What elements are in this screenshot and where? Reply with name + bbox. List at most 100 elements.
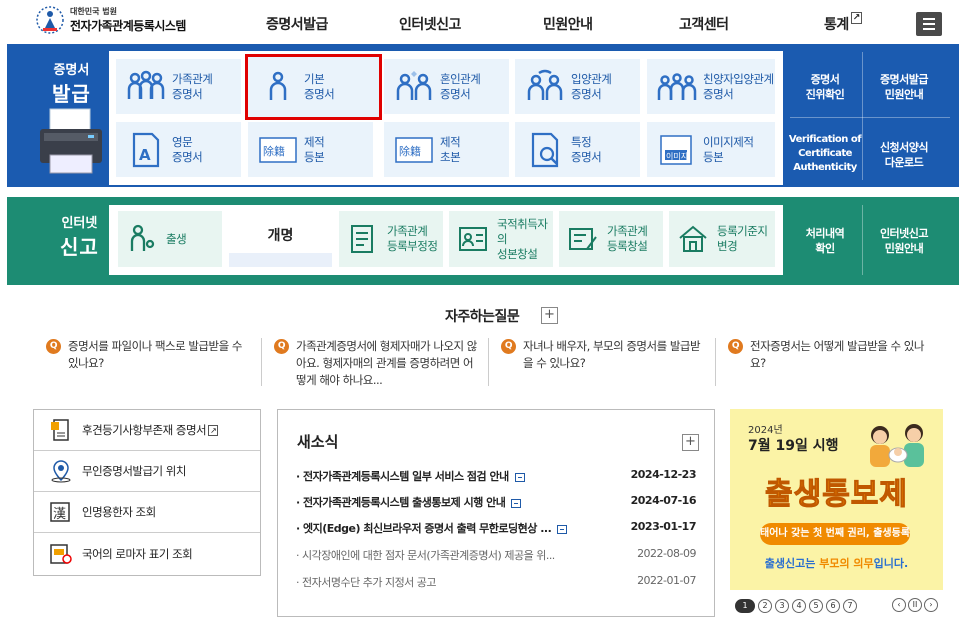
printer-icon (40, 108, 102, 174)
faq-more-button[interactable]: + (541, 307, 558, 324)
tile-register-correction[interactable]: 가족관계 등록부정정 (339, 211, 443, 267)
header: 대한민국 법원 전자가족관계등록시스템 증명서발급 인터넷신고 민원안내 고객센… (0, 0, 967, 44)
tile-family-relation-cert[interactable]: 가족관계 증명서 (116, 59, 241, 114)
nav-customer-center[interactable]: 고객센터 (679, 14, 729, 34)
id-card-icon (459, 227, 487, 251)
tile-basic-cert[interactable]: 기본 증명서 (245, 54, 382, 120)
site-logo[interactable]: 대한민국 법원 전자가족관계등록시스템 (34, 4, 186, 36)
banner-page-2[interactable]: 2 (758, 599, 772, 613)
tile-register-creation[interactable]: 가족관계 등록창설 (559, 211, 663, 267)
person-icon (269, 71, 287, 100)
tile-image-register-copy[interactable]: 이미지 이미지제적 등본 (647, 122, 775, 177)
banner-page-4[interactable]: 4 (792, 599, 806, 613)
tile-label: 가족관계 등록창설 (607, 224, 648, 253)
baby-icon (130, 224, 155, 251)
tile-name-change[interactable]: 개명 (229, 211, 332, 267)
new-badge-icon (514, 472, 525, 482)
hamburger-icon (923, 18, 935, 20)
tile-label: 제적 초본 (440, 134, 461, 164)
link-guardianship-cert[interactable]: 후견등기사항부존재 증명서 ↗ (34, 410, 260, 451)
banner-controls: ‹ II › (892, 598, 938, 612)
svg-text:이미지: 이미지 (666, 151, 688, 161)
nav-certificate[interactable]: 증명서발급 (266, 14, 328, 34)
faq-item[interactable]: Q 자녀나 배우자, 부모의 증명서를 발급받을 수 있나요? (489, 338, 704, 372)
link-cert-civil-guide[interactable]: 증명서발급 민원안내 (866, 72, 942, 102)
search-doc-icon (531, 132, 559, 167)
link-process-history[interactable]: 처리내역 확인 (790, 226, 860, 256)
faq-item[interactable]: Q 증명서를 파일이나 팩스로 발급받을 수 있나요? (34, 338, 249, 372)
tile-removed-register-copy[interactable]: 除籍 제적 등본 (248, 122, 373, 177)
nav-statistics[interactable]: 통계 ↗ (824, 12, 862, 34)
online-section-title: 인터넷 신고 (60, 212, 99, 260)
banner-footer: 출생신고는 부모의 의무입니다. (764, 557, 909, 570)
removed-register-icon: 除籍 (259, 136, 297, 163)
svg-text:除籍: 除籍 (399, 144, 421, 158)
faq-q-icon: Q (728, 339, 743, 354)
family-adoption-icon (657, 72, 697, 100)
banner-page-3[interactable]: 3 (775, 599, 789, 613)
menu-button[interactable] (916, 12, 942, 36)
romanization-icon (50, 543, 72, 564)
link-verification-english[interactable]: Verification of Certificate Authenticity (786, 133, 864, 175)
nav-statistics-label: 통계 (824, 17, 849, 33)
news-item[interactable]: · 전자가족관계등록시스템 일부 서비스 점검 안내 2024-12-23 (296, 468, 697, 488)
new-badge-icon (511, 498, 522, 508)
faq-q-icon: Q (46, 339, 61, 354)
tile-specific-cert[interactable]: 특정 증명서 (515, 122, 640, 177)
birth-notification-banner[interactable]: 2024년 7월 19일 시행 출생통보제 태어나 갖는 첫 번째 권리, 출생… (730, 409, 943, 590)
link-kiosk-location[interactable]: 무인증명서발급기 위치 (34, 451, 260, 492)
image-register-icon: 이미지 (660, 134, 692, 165)
link-cert-verification[interactable]: 증명서 진위확인 (790, 72, 860, 102)
tile-label: 혼인관계 증명서 (440, 71, 481, 101)
tile-english-cert[interactable]: A 영문 증명서 (116, 122, 241, 177)
faq-item[interactable]: Q 가족관계증명서에 형제자매가 나오지 않아요. 형제자매의 관계를 증명하려면… (262, 338, 477, 389)
link-form-download[interactable]: 신청서양식 다운로드 (866, 140, 942, 170)
tile-adoption-cert[interactable]: 입양관계 증명서 (515, 59, 640, 114)
svg-text:漢: 漢 (53, 507, 66, 522)
news-item[interactable]: · 전자서명수단 추가 지정서 공고 2022-01-07 (296, 574, 697, 594)
news-item[interactable]: · 전자가족관계등록시스템 출생통보제 시행 안내 2024-07-16 (296, 494, 697, 514)
news-item[interactable]: · 엣지(Edge) 최신브라우저 증명서 출력 무한로딩현상 ... 2023-… (296, 520, 697, 540)
document-edit-icon (351, 225, 373, 253)
prev-icon[interactable]: ‹ (892, 598, 906, 612)
link-romanization[interactable]: 국어의 로마자 표기 조회 (34, 533, 260, 574)
banner-page-5[interactable]: 5 (809, 599, 823, 613)
news-more-button[interactable]: + (682, 434, 699, 451)
banner-page-6[interactable]: 6 (826, 599, 840, 613)
tile-full-adoption-cert[interactable]: 친양자입양관계 증명서 (647, 59, 775, 114)
external-link-icon: ↗ (850, 12, 862, 24)
banner-page-1[interactable]: 1 (735, 599, 755, 613)
tile-label: 등록기준지 변경 (717, 224, 768, 253)
banner-main: 출생통보제 (765, 477, 908, 513)
nav-civil-guide[interactable]: 민원안내 (543, 14, 593, 34)
logo-main: 전자가족관계등록시스템 (70, 19, 186, 33)
faq-item[interactable]: Q 전자증명서는 어떻게 발급받을 수 있나요? (716, 338, 931, 372)
tile-label: 특정 증명서 (571, 134, 602, 164)
banner-pill: 태어나 갖는 첫 번째 권리, 출생등록 (760, 523, 910, 545)
certificate-title-bottom: 발급 (52, 82, 91, 106)
link-name-hanja[interactable]: 漢 인명용한자 조회 (34, 492, 260, 533)
tile-removed-register-extract[interactable]: 除籍 제적 초본 (384, 122, 509, 177)
tile-base-address-change[interactable]: 등록기준지 변경 (669, 211, 775, 267)
hanja-book-icon: 漢 (50, 502, 70, 522)
tile-label: 친양자입양관계 증명서 (703, 71, 774, 101)
removed-register-icon: 除籍 (395, 136, 433, 163)
next-icon[interactable]: › (924, 598, 938, 612)
pause-icon[interactable]: II (908, 598, 922, 612)
court-logo-icon (36, 6, 64, 34)
tile-naturalized-surname[interactable]: 국적취득자의 성본창설 (449, 211, 553, 267)
banner-page-7[interactable]: 7 (843, 599, 857, 613)
tile-label: 국적취득자의 성본창설 (497, 216, 548, 261)
family-illustration-icon (870, 424, 924, 467)
svg-text:A: A (139, 146, 151, 164)
news-item[interactable]: · 시각장애인에 대한 점자 문서(가족관계증명서) 제공을 위... 2022-… (296, 547, 697, 567)
nav-online-report[interactable]: 인터넷신고 (399, 14, 461, 34)
tile-label: 제적 등본 (304, 134, 325, 164)
adoption-icon (527, 69, 563, 100)
tile-label: 가족관계 등록부정정 (387, 224, 438, 253)
link-online-civil-guide[interactable]: 인터넷신고 민원안내 (866, 226, 942, 256)
location-pin-icon (51, 460, 71, 483)
logo-sub: 대한민국 법원 (70, 7, 117, 16)
tile-marriage-cert[interactable]: 혼인관계 증명서 (384, 59, 509, 114)
tile-birth-report[interactable]: 출생 (118, 211, 222, 267)
